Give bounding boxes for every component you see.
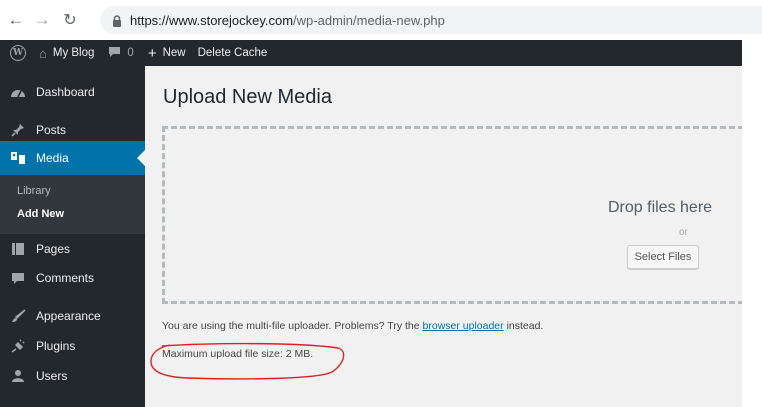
forward-arrow-icon[interactable]: → bbox=[31, 9, 53, 31]
submenu-item-library[interactable]: Library bbox=[17, 185, 51, 197]
back-arrow-icon[interactable]: ← bbox=[5, 9, 27, 31]
comment-count: 0 bbox=[127, 47, 134, 59]
wordpress-logo-button[interactable]: W bbox=[0, 40, 34, 66]
sidebar-item-label: Dashboard bbox=[36, 85, 95, 99]
browser-toolbar: ← → ↻ https://www.storejockey.com/wp-adm… bbox=[0, 0, 762, 40]
url-text: https://www.storejockey.com/wp-admin/med… bbox=[130, 12, 445, 28]
dashboard-icon bbox=[0, 86, 36, 98]
plus-icon: + bbox=[147, 44, 157, 62]
sidebar-item-appearance[interactable]: Appearance bbox=[0, 299, 145, 333]
sidebar-item-plugins[interactable]: Plugins bbox=[0, 329, 145, 363]
pin-icon bbox=[0, 123, 36, 137]
delete-cache-link[interactable]: Delete Cache bbox=[193, 40, 273, 66]
drop-files-label: Drop files here bbox=[608, 199, 713, 216]
sidebar-item-label: Appearance bbox=[36, 309, 101, 323]
home-icon: ⌂ bbox=[39, 45, 47, 61]
address-bar[interactable]: https://www.storejockey.com/wp-admin/med… bbox=[100, 6, 762, 34]
browser-uploader-link[interactable]: browser uploader bbox=[423, 320, 504, 332]
submenu-item-add-new[interactable]: Add New bbox=[17, 208, 64, 220]
brush-icon bbox=[0, 309, 36, 323]
admin-sidebar: Dashboard Posts Media Library Add New Pa… bbox=[0, 66, 145, 407]
sidebar-item-media[interactable]: Media bbox=[0, 141, 145, 175]
new-content-link[interactable]: + New bbox=[143, 40, 191, 66]
delete-cache-label: Delete Cache bbox=[197, 47, 268, 59]
active-indicator-arrow bbox=[137, 150, 145, 166]
page-right-margin bbox=[742, 40, 762, 407]
wordpress-logo-icon: W bbox=[10, 45, 26, 61]
select-files-button[interactable]: Select Files bbox=[627, 245, 699, 269]
site-name-label: My Blog bbox=[52, 47, 95, 59]
sidebar-item-label: Posts bbox=[36, 123, 67, 137]
users-icon bbox=[0, 369, 36, 383]
reload-icon[interactable]: ↻ bbox=[59, 9, 81, 31]
comment-bubble-icon bbox=[108, 46, 121, 61]
sidebar-item-label: Plugins bbox=[36, 339, 76, 353]
media-icon bbox=[0, 151, 36, 165]
drop-or-label: or bbox=[679, 227, 688, 238]
annotation-ellipse bbox=[150, 342, 345, 380]
drop-zone[interactable]: Drop files here or Select Files bbox=[162, 126, 762, 304]
comment-icon bbox=[0, 272, 36, 285]
pages-icon bbox=[0, 242, 36, 256]
media-submenu: Library Add New bbox=[0, 175, 145, 234]
sidebar-item-label: Users bbox=[36, 369, 68, 383]
new-label: New bbox=[162, 47, 186, 59]
sidebar-item-label: Pages bbox=[36, 242, 71, 256]
sidebar-item-users[interactable]: Users bbox=[0, 359, 145, 393]
comments-link[interactable]: 0 bbox=[103, 40, 138, 66]
sidebar-item-comments[interactable]: Comments bbox=[0, 261, 145, 295]
admin-bar: W ⌂ My Blog 0 + New Delete Cache bbox=[0, 40, 742, 66]
lock-icon bbox=[112, 14, 122, 27]
plugin-icon bbox=[0, 339, 36, 353]
sidebar-item-dashboard[interactable]: Dashboard bbox=[0, 75, 145, 109]
sidebar-item-label: Comments bbox=[36, 271, 95, 285]
uploader-info-text: You are using the multi-file uploader. P… bbox=[162, 320, 544, 332]
site-name-link[interactable]: ⌂ My Blog bbox=[34, 40, 99, 66]
page-title: Upload New Media bbox=[163, 86, 332, 108]
sidebar-item-label: Media bbox=[36, 151, 69, 165]
